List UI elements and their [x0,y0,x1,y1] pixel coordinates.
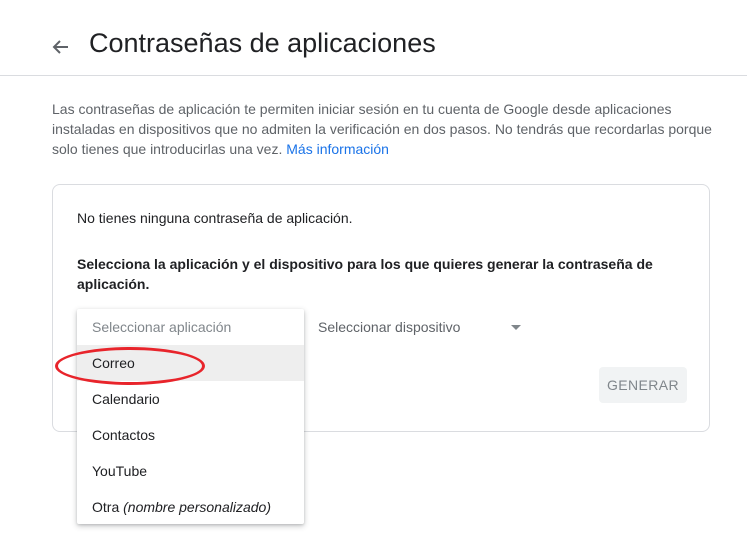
page-header: Contraseñas de aplicaciones [0,0,747,76]
device-select-label: Seleccionar dispositivo [318,319,461,335]
no-passwords-message: No tienes ninguna contraseña de aplicaci… [77,210,353,226]
arrow-back-icon [52,40,68,54]
description: Las contraseñas de aplicación te permite… [52,99,712,159]
dropdown-caret-icon [511,325,521,330]
instruction-text: Selecciona la aplicación y el dispositiv… [77,256,653,292]
more-info-link[interactable]: Más información [286,141,389,157]
app-select-placeholder: Seleccionar aplicación [92,319,232,335]
generate-button[interactable]: GENERAR [599,367,687,403]
device-select[interactable]: Seleccionar dispositivo [318,317,526,339]
app-select-menu: Seleccionar aplicación Correo Calendario… [77,309,304,524]
menu-item-otra-label: Otra [92,499,124,515]
menu-item-youtube[interactable]: YouTube [77,453,304,489]
menu-item-otra[interactable]: Otra (nombre personalizado) [77,489,304,525]
menu-item-correo[interactable]: Correo [77,345,304,381]
menu-item-otra-hint: (nombre personalizado) [123,499,271,515]
menu-item-contactos[interactable]: Contactos [77,417,304,453]
menu-item-calendario[interactable]: Calendario [77,381,304,417]
page-title: Contraseñas de aplicaciones [89,28,436,58]
back-button[interactable] [46,32,76,62]
